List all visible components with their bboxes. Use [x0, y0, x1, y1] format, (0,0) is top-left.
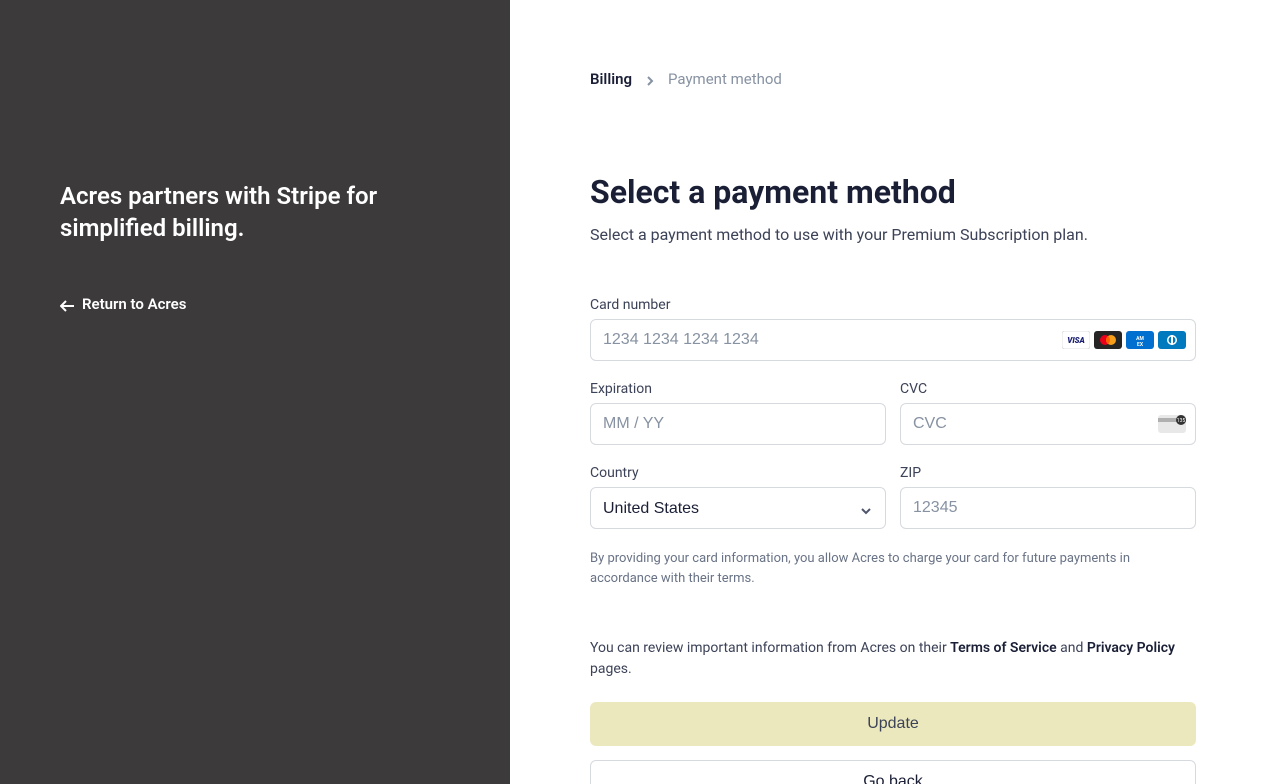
card-brand-icons: VISA AMEX — [1062, 331, 1186, 349]
expiration-label: Expiration — [590, 381, 886, 397]
terms-of-service-link[interactable]: Terms of Service — [950, 640, 1056, 656]
chevron-right-icon — [644, 73, 656, 85]
visa-icon: VISA — [1062, 331, 1090, 349]
zip-label: ZIP — [900, 465, 1196, 481]
terms-text: You can review important information fro… — [590, 638, 1196, 680]
go-back-button[interactable]: Go back — [590, 760, 1196, 784]
diners-icon — [1158, 331, 1186, 349]
breadcrumb-payment-method: Payment method — [668, 70, 782, 88]
svg-text:135: 135 — [1177, 418, 1186, 424]
card-number-label: Card number — [590, 297, 1196, 313]
cvc-card-icon: 135 — [1158, 415, 1186, 433]
mastercard-icon — [1094, 331, 1122, 349]
svg-text:EX: EX — [1137, 342, 1144, 348]
main-content: Billing Payment method Select a payment … — [510, 0, 1276, 784]
return-link-label: Return to Acres — [82, 295, 186, 313]
breadcrumb-billing[interactable]: Billing — [590, 70, 632, 88]
sidebar: Acres partners with Stripe for simplifie… — [0, 0, 510, 784]
card-disclaimer: By providing your card information, you … — [590, 549, 1196, 588]
privacy-policy-link[interactable]: Privacy Policy — [1087, 640, 1175, 656]
arrow-left-icon — [60, 298, 74, 310]
breadcrumb: Billing Payment method — [590, 70, 1196, 88]
expiration-input[interactable] — [590, 403, 886, 445]
page-subtitle: Select a payment method to use with your… — [590, 223, 1196, 247]
amex-icon: AMEX — [1126, 331, 1154, 349]
cvc-label: CVC — [900, 381, 1196, 397]
update-button[interactable]: Update — [590, 702, 1196, 746]
country-label: Country — [590, 465, 886, 481]
page-title: Select a payment method — [590, 173, 1196, 211]
country-select[interactable]: United States — [590, 487, 886, 529]
svg-text:VISA: VISA — [1067, 336, 1085, 345]
sidebar-title: Acres partners with Stripe for simplifie… — [60, 180, 450, 245]
zip-input[interactable] — [900, 487, 1196, 529]
cvc-input[interactable] — [900, 403, 1196, 445]
return-link[interactable]: Return to Acres — [60, 295, 186, 313]
